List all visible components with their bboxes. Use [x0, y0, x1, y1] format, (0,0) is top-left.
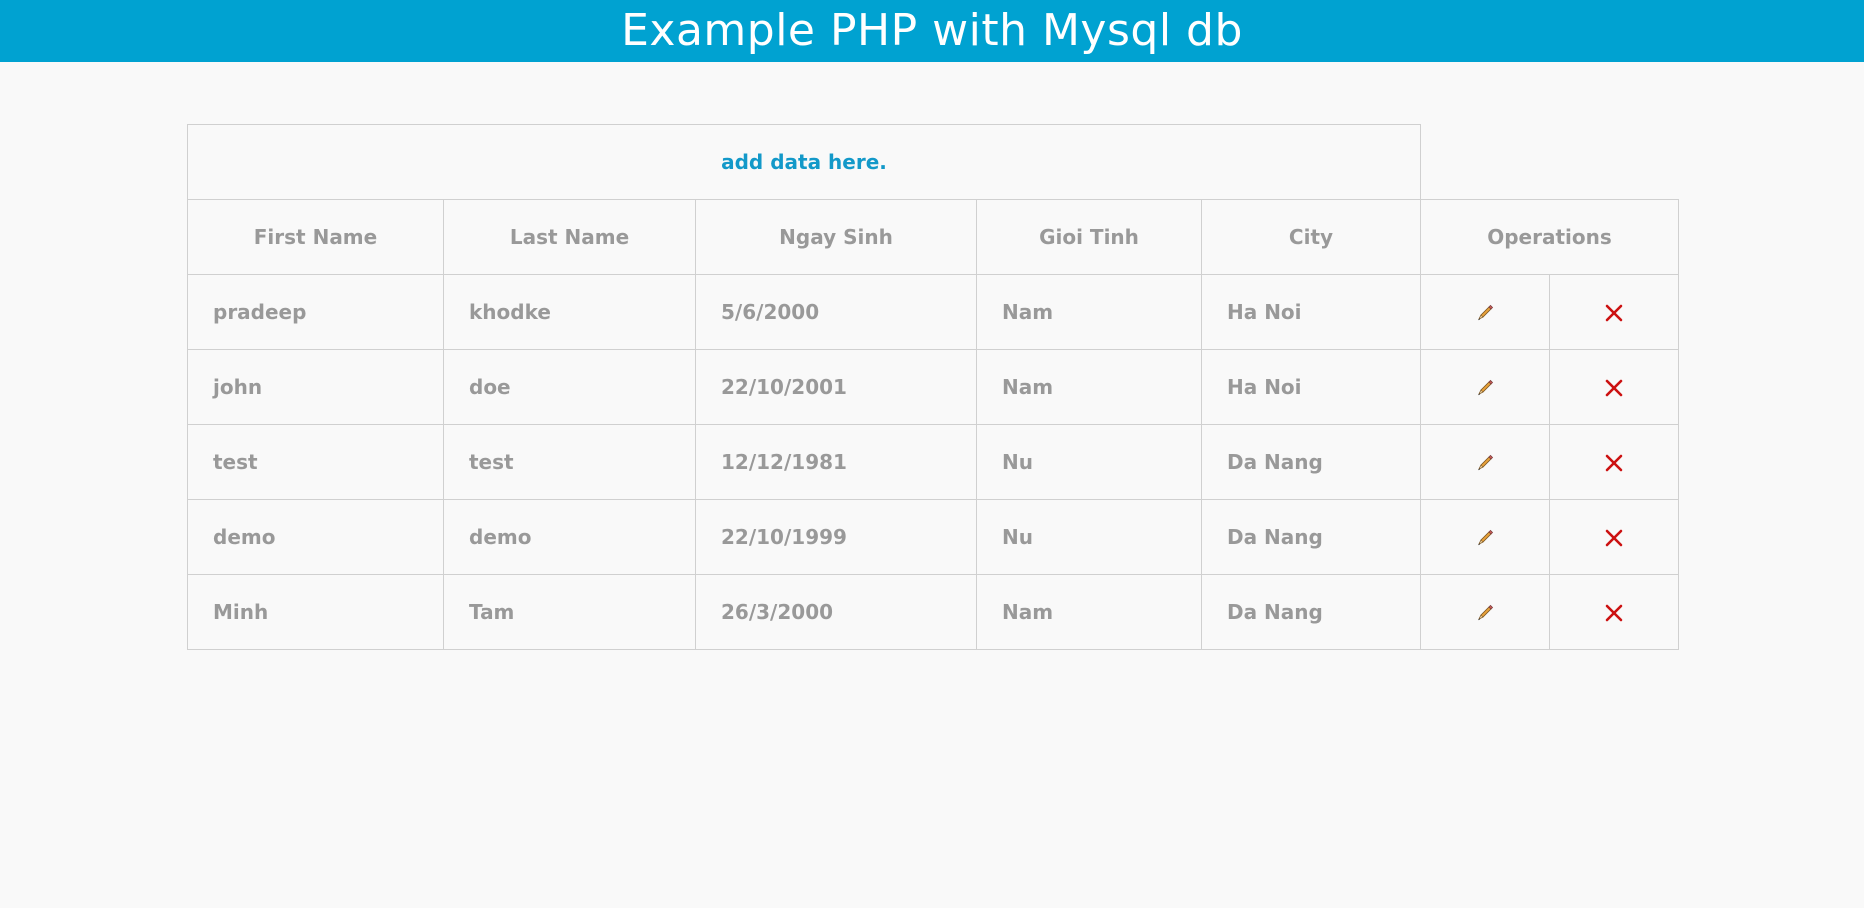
- add-cell: add data here.: [187, 124, 1421, 200]
- cell-last-name: khodke: [443, 274, 696, 350]
- cell-gioi-tinh: Nam: [976, 574, 1202, 650]
- cell-first-name: test: [187, 424, 444, 500]
- column-header-city: City: [1201, 199, 1421, 275]
- cell-last-name: Tam: [443, 574, 696, 650]
- cell-edit: [1420, 499, 1550, 575]
- cell-city: Ha Noi: [1201, 274, 1421, 350]
- add-row: add data here.: [187, 124, 1679, 200]
- cell-delete: [1549, 574, 1679, 650]
- cell-edit: [1420, 274, 1550, 350]
- cell-last-name: doe: [443, 349, 696, 425]
- cell-city: Ha Noi: [1201, 349, 1421, 425]
- cell-city: Da Nang: [1201, 424, 1421, 500]
- add-row-spacer: [1421, 125, 1679, 200]
- delete-x-icon[interactable]: [1603, 452, 1625, 474]
- table-row-2: john doe 22/10/2001 Nam Ha Noi: [187, 349, 1679, 425]
- cell-delete: [1549, 349, 1679, 425]
- cell-last-name: test: [443, 424, 696, 500]
- column-header-operations: Operations: [1420, 199, 1679, 275]
- cell-delete: [1549, 499, 1679, 575]
- delete-x-icon[interactable]: [1603, 377, 1625, 399]
- column-header-last-name: Last Name: [443, 199, 696, 275]
- cell-delete: [1549, 274, 1679, 350]
- cell-city: Da Nang: [1201, 499, 1421, 575]
- cell-first-name: pradeep: [187, 274, 444, 350]
- pencil-icon[interactable]: [1474, 452, 1496, 474]
- cell-first-name: demo: [187, 499, 444, 575]
- data-table: add data here. First Name Last Name Ngay…: [187, 124, 1679, 650]
- column-header-ngay-sinh: Ngay Sinh: [695, 199, 977, 275]
- column-header-gioi-tinh: Gioi Tinh: [976, 199, 1202, 275]
- table-row-4: demo demo 22/10/1999 Nu Da Nang: [187, 499, 1679, 575]
- cell-delete: [1549, 424, 1679, 500]
- table-header-row: First Name Last Name Ngay Sinh Gioi Tinh…: [187, 199, 1679, 275]
- cell-gioi-tinh: Nam: [976, 349, 1202, 425]
- pencil-icon[interactable]: [1474, 527, 1496, 549]
- delete-x-icon[interactable]: [1603, 302, 1625, 324]
- cell-last-name: demo: [443, 499, 696, 575]
- table-row-3: test test 12/12/1981 Nu Da Nang: [187, 424, 1679, 500]
- table-row-5: Minh Tam 26/3/2000 Nam Da Nang: [187, 574, 1679, 650]
- delete-x-icon[interactable]: [1603, 527, 1625, 549]
- cell-gioi-tinh: Nu: [976, 424, 1202, 500]
- page-header: Example PHP with Mysql db: [0, 0, 1864, 62]
- pencil-icon[interactable]: [1474, 302, 1496, 324]
- cell-first-name: Minh: [187, 574, 444, 650]
- cell-ngay-sinh: 26/3/2000: [695, 574, 977, 650]
- cell-ngay-sinh: 22/10/2001: [695, 349, 977, 425]
- cell-gioi-tinh: Nam: [976, 274, 1202, 350]
- column-header-first-name: First Name: [187, 199, 444, 275]
- cell-edit: [1420, 424, 1550, 500]
- table-row-1: pradeep khodke 5/6/2000 Nam Ha Noi: [187, 274, 1679, 350]
- delete-x-icon[interactable]: [1603, 602, 1625, 624]
- cell-ngay-sinh: 12/12/1981: [695, 424, 977, 500]
- cell-edit: [1420, 574, 1550, 650]
- cell-gioi-tinh: Nu: [976, 499, 1202, 575]
- data-table-container: add data here. First Name Last Name Ngay…: [187, 124, 1679, 650]
- cell-ngay-sinh: 5/6/2000: [695, 274, 977, 350]
- cell-first-name: john: [187, 349, 444, 425]
- page-title: Example PHP with Mysql db: [621, 5, 1243, 56]
- cell-edit: [1420, 349, 1550, 425]
- add-data-link[interactable]: add data here.: [721, 150, 887, 174]
- pencil-icon[interactable]: [1474, 377, 1496, 399]
- cell-ngay-sinh: 22/10/1999: [695, 499, 977, 575]
- pencil-icon[interactable]: [1474, 602, 1496, 624]
- cell-city: Da Nang: [1201, 574, 1421, 650]
